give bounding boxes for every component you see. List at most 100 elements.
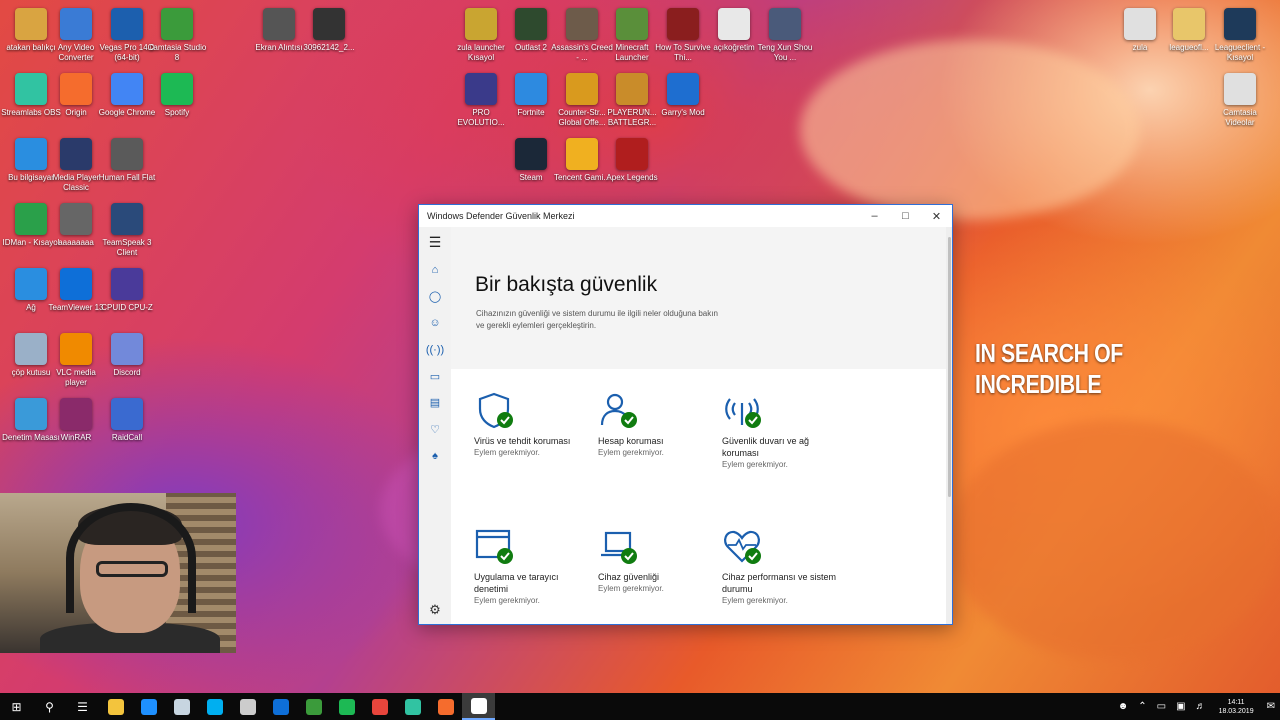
- nav-home-icon[interactable]: ⌂: [419, 257, 451, 284]
- origin-icon: [140, 698, 157, 715]
- nav-firewall-icon[interactable]: ((·)): [419, 337, 451, 364]
- desktop-icon-label: Discord: [113, 368, 141, 377]
- spotify-icon: [338, 698, 355, 715]
- clock[interactable]: 14:11 18.03.2019: [1211, 698, 1262, 716]
- nav-device-security-icon[interactable]: ▤: [419, 390, 451, 417]
- desktop-icon[interactable]: 30962142_2...: [298, 8, 360, 53]
- gmod-icon: [667, 73, 699, 105]
- network-icon: [15, 268, 47, 300]
- desktop-icon[interactable]: Teng Xun Shou You ...: [754, 8, 816, 63]
- notification-center-icon[interactable]: ✉: [1262, 701, 1280, 712]
- recycle-bin-icon: [15, 333, 47, 365]
- desktop-icon[interactable]: CPUID CPU-Z: [96, 268, 158, 313]
- clock-time: 14:11: [1227, 698, 1245, 706]
- wallpaper-banner-text: IN SEARCH OF INCREDIBLE: [975, 338, 1123, 399]
- page-title: Bir bakışta güvenlik: [475, 273, 658, 296]
- hamburger-menu-icon[interactable]: ☰: [419, 227, 451, 257]
- tile-title: Virüs ve tehdit koruması: [474, 436, 571, 446]
- game-icon: [769, 8, 801, 40]
- shield-icon: [474, 391, 514, 429]
- taskbar-app[interactable]: [429, 693, 462, 720]
- taskbar: ⊞ ⚲ ☰ ☻ ⌃ ▭ ▣ ♬ 14:11 18.03.2019 ✉: [0, 693, 1280, 720]
- apex-icon: [616, 138, 648, 170]
- battery-icon[interactable]: ▭: [1152, 701, 1171, 712]
- nav-health-icon[interactable]: ♡: [419, 416, 451, 443]
- tile-status: Eylem gerekmiyor.: [474, 448, 540, 457]
- title-bar[interactable]: Windows Defender Güvenlik Merkezi – □ ✕: [419, 205, 952, 227]
- desktop-icon-label: TeamSpeak 3 Client: [102, 238, 152, 257]
- desktop-icon-label: Teng Xun Shou You ...: [757, 43, 813, 62]
- chrome-icon: [371, 698, 388, 715]
- desktop-icon[interactable]: Spotify: [146, 73, 208, 118]
- search-icon[interactable]: ⚲: [33, 693, 66, 720]
- taskbar-app[interactable]: [297, 693, 330, 720]
- assassins-creed-icon: [566, 8, 598, 40]
- taskbar-app[interactable]: [198, 693, 231, 720]
- outlast-icon: [515, 8, 547, 40]
- security-tile[interactable]: Cihaz performansı ve sistem durumu Eylem …: [722, 527, 842, 606]
- nav-virus-protection-icon[interactable]: ◯: [419, 284, 451, 311]
- task-view-icon[interactable]: ☰: [66, 693, 99, 720]
- desktop-icon[interactable]: Apex Legends: [601, 138, 663, 183]
- security-tile[interactable]: Virüs ve tehdit koruması Eylem gerekmiyor…: [474, 391, 594, 458]
- minimize-button[interactable]: –: [859, 205, 890, 227]
- desktop-icon[interactable]: RaidCall: [96, 398, 158, 443]
- computer-icon: [15, 138, 47, 170]
- taskbar-app[interactable]: [231, 693, 264, 720]
- security-tile[interactable]: Cihaz güvenliği Eylem gerekmiyor.: [598, 527, 718, 594]
- desktop-icon[interactable]: Garry's Mod: [652, 73, 714, 118]
- taskbar-app[interactable]: [264, 693, 297, 720]
- winrar-icon: [60, 398, 92, 430]
- settings-gear-icon[interactable]: ⚙: [419, 602, 451, 618]
- taskbar-app[interactable]: [132, 693, 165, 720]
- security-tile[interactable]: Güvenlik duvarı ve ağ koruması Eylem gere…: [722, 391, 842, 470]
- taskbar-app[interactable]: [396, 693, 429, 720]
- desktop-icon-label: Camtasia Videolar: [1223, 108, 1257, 127]
- account-icon: [598, 391, 638, 429]
- desktop-icon[interactable]: Camtasia Studio 8: [146, 8, 208, 63]
- spotify-icon: [161, 73, 193, 105]
- tile-status: Eylem gerekmiyor.: [598, 584, 664, 593]
- taskbar-app[interactable]: [99, 693, 132, 720]
- clock-date: 18.03.2019: [1218, 707, 1254, 715]
- nav-family-icon[interactable]: ♠: [419, 443, 451, 470]
- app-browser-icon: [474, 527, 514, 565]
- scrollbar[interactable]: [946, 227, 952, 624]
- nav-app-browser-icon[interactable]: ▭: [419, 363, 451, 390]
- start-button[interactable]: ⊞: [0, 693, 33, 720]
- people-icon[interactable]: ☻: [1113, 701, 1134, 712]
- volume-icon[interactable]: ♬: [1191, 701, 1211, 712]
- tile-title: Cihaz güvenliği: [598, 572, 660, 582]
- maximize-button[interactable]: □: [890, 205, 921, 227]
- streamlabs-icon: [404, 698, 421, 715]
- folder-icon: [1173, 8, 1205, 40]
- close-button[interactable]: ✕: [921, 205, 952, 227]
- tile-title: Hesap koruması: [598, 436, 664, 446]
- network-icon[interactable]: ▣: [1171, 701, 1190, 712]
- camtasia-icon: [305, 698, 322, 715]
- desktop-icon[interactable]: Camtasia Videolar: [1209, 73, 1271, 128]
- idm-icon: [15, 203, 47, 235]
- overview-header: Bir bakışta güvenlik Cihazınızın güvenli…: [451, 227, 946, 369]
- tencent-icon: [566, 138, 598, 170]
- nav-account-icon[interactable]: ☺: [419, 310, 451, 337]
- desktop-icon[interactable]: Discord: [96, 333, 158, 378]
- pubg-icon: [616, 73, 648, 105]
- desktop-icon[interactable]: Leagueclient - Kısayol: [1209, 8, 1271, 63]
- desktop-icon-label: Spotify: [164, 108, 190, 117]
- show-hidden-icons-icon[interactable]: ⌃: [1133, 701, 1151, 712]
- game-icon: [667, 8, 699, 40]
- taskbar-app[interactable]: [165, 693, 198, 720]
- security-tile[interactable]: Uygulama ve tarayıcı denetimi Eylem gerek…: [474, 527, 594, 606]
- streamlabs-icon: [15, 73, 47, 105]
- file-explorer-icon: [107, 698, 124, 715]
- taskbar-app[interactable]: [330, 693, 363, 720]
- tile-status: Eylem gerekmiyor.: [474, 596, 540, 605]
- league-icon: [1224, 8, 1256, 40]
- taskbar-app[interactable]: [363, 693, 396, 720]
- tile-title: Cihaz performansı ve sistem durumu: [722, 572, 837, 594]
- desktop-icon[interactable]: Human Fall Flat: [96, 138, 158, 183]
- taskbar-app[interactable]: [462, 693, 495, 720]
- security-tile[interactable]: Hesap koruması Eylem gerekmiyor.: [598, 391, 718, 458]
- desktop-icon[interactable]: TeamSpeak 3 Client: [96, 203, 158, 258]
